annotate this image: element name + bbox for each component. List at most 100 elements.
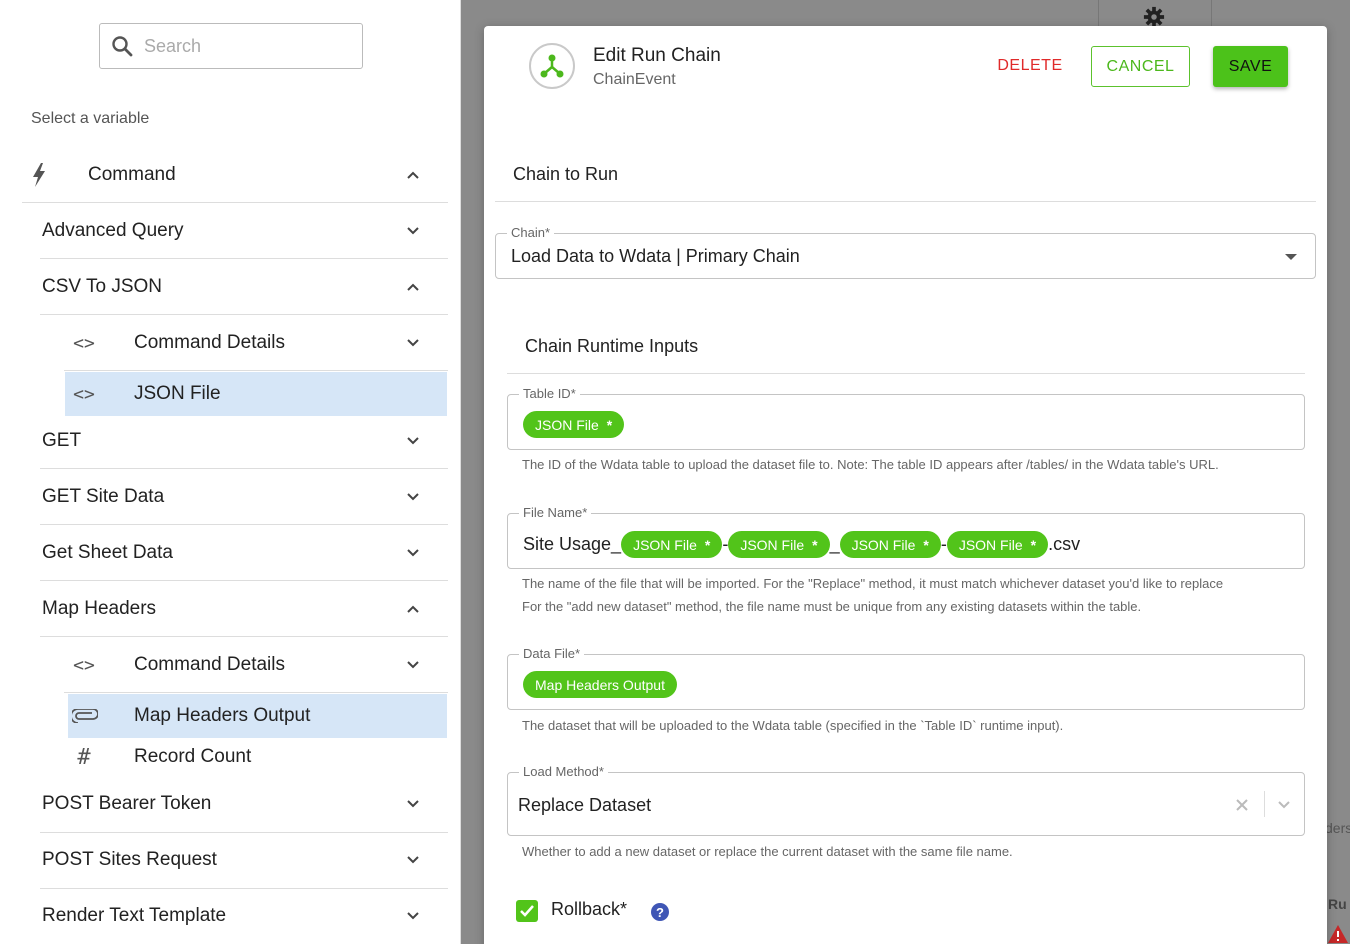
chip-label: JSON File	[958, 536, 1023, 553]
group-label: Map Headers	[42, 598, 157, 619]
data-file-label: Data File*	[519, 646, 585, 662]
group-map-headers[interactable]: Map Headers	[42, 592, 448, 626]
file-name-helper: The name of the file that will be import…	[522, 576, 1224, 591]
code-icon: <>	[73, 654, 95, 676]
search-input[interactable]	[144, 35, 344, 57]
chevron-down-icon[interactable]	[1277, 798, 1291, 812]
required-asterisk: *	[923, 536, 929, 553]
variable-chip[interactable]: JSON File *	[621, 531, 723, 558]
group-get-site-data[interactable]: GET Site Data	[42, 480, 448, 514]
chip-label: JSON File	[740, 536, 805, 553]
chip-label: JSON File	[535, 416, 599, 433]
load-method-label: Load Method*	[519, 764, 608, 780]
load-method-select[interactable]: Load Method* Replace Dataset	[507, 764, 1305, 836]
chip-label: JSON File	[633, 536, 697, 553]
group-csv-to-json[interactable]: CSV To JSON	[42, 270, 448, 304]
item-label: Record Count	[134, 746, 252, 767]
divider	[40, 314, 448, 315]
item-label: Command Details	[134, 654, 285, 675]
chevron-up-icon	[407, 605, 419, 613]
code-icon: <>	[73, 332, 95, 354]
table-id-field[interactable]: Table ID* JSON File *	[507, 386, 1305, 450]
group-label: POST Sites Request	[42, 849, 217, 870]
variable-panel: Select a variable Command Advanced Query…	[0, 0, 461, 944]
group-label: POST Bearer Token	[42, 793, 212, 814]
rollback-label: Rollback*	[551, 899, 628, 919]
group-label: GET Site Data	[42, 486, 165, 507]
required-asterisk: *	[812, 536, 818, 553]
group-render-text-template[interactable]: Render Text Template	[42, 899, 448, 933]
chevron-down-icon	[407, 856, 419, 864]
group-label: Get Sheet Data	[42, 542, 173, 563]
search-box[interactable]	[99, 23, 363, 69]
delete-button[interactable]: DELETE	[989, 46, 1071, 86]
chevron-down-icon	[407, 549, 419, 557]
paperclip-icon	[68, 709, 102, 723]
chip-label: Map Headers Output	[535, 676, 665, 693]
save-button[interactable]: SAVE	[1213, 46, 1288, 87]
required-asterisk: *	[1030, 536, 1037, 553]
rollback-checkbox[interactable]	[516, 900, 538, 922]
record-count-item[interactable]: # Record Count	[54, 740, 448, 774]
divider	[40, 468, 448, 469]
table-id-label: Table ID*	[519, 386, 580, 402]
file-name-prefix: Site Usage_	[523, 534, 622, 554]
group-post-bearer-token[interactable]: POST Bearer Token	[42, 787, 448, 821]
cancel-button[interactable]: CANCEL	[1091, 46, 1190, 87]
chip-label: JSON File	[851, 536, 916, 553]
csv-json-file-item[interactable]: <> JSON File	[65, 372, 447, 416]
group-get[interactable]: GET	[42, 424, 448, 458]
help-icon[interactable]: ?	[651, 903, 669, 921]
item-label: JSON File	[134, 383, 221, 404]
separator: -	[940, 534, 947, 554]
data-file-helper: The dataset that will be uploaded to the…	[522, 718, 1064, 733]
chevron-down-icon	[407, 339, 419, 347]
group-label: Render Text Template	[42, 905, 227, 926]
file-name-helper-2: For the "add new dataset" method, the fi…	[522, 599, 1142, 614]
divider	[40, 580, 448, 581]
divider	[22, 202, 448, 203]
chain-to-run-heading: Chain to Run	[513, 164, 619, 184]
variable-chip[interactable]: JSON File *	[523, 411, 625, 438]
data-file-field[interactable]: Data File* Map Headers Output	[507, 646, 1305, 710]
divider	[495, 201, 1316, 202]
divider	[40, 832, 448, 833]
variable-chip[interactable]: JSON File *	[728, 531, 830, 558]
variable-chip[interactable]: JSON File *	[839, 531, 941, 558]
item-label: Command Details	[134, 332, 285, 353]
file-name-suffix: .csv	[1048, 534, 1081, 554]
search-icon	[112, 36, 133, 57]
background-text: ders	[1325, 820, 1350, 836]
map-command-details[interactable]: <> Command Details	[54, 648, 448, 682]
gear-icon	[1143, 6, 1165, 28]
warning-icon	[1328, 925, 1348, 943]
csv-command-details[interactable]: <> Command Details	[54, 326, 448, 360]
divider	[40, 258, 448, 259]
clear-icon[interactable]	[1236, 799, 1248, 811]
map-headers-output-item[interactable]: Map Headers Output	[68, 694, 447, 738]
table-id-helper: The ID of the Wdata table to upload the …	[522, 457, 1219, 472]
file-name-field[interactable]: File Name* Site Usage_ JSON File * - JSON…	[507, 505, 1305, 569]
background-text: Ru	[1328, 896, 1347, 912]
variable-chip[interactable]: Map Headers Output	[523, 671, 677, 698]
file-name-value: Site Usage_ JSON File * - JSON File * _ JS…	[523, 531, 1080, 558]
chevron-down-icon	[407, 661, 419, 669]
lightning-icon	[33, 163, 45, 187]
chevron-down-icon	[407, 912, 419, 920]
group-post-sites-request[interactable]: POST Sites Request	[42, 843, 448, 877]
group-advanced-query[interactable]: Advanced Query	[42, 214, 448, 248]
required-asterisk: *	[704, 536, 711, 553]
variable-chip[interactable]: JSON File *	[946, 531, 1049, 558]
group-label: Advanced Query	[42, 220, 184, 241]
group-get-sheet-data[interactable]: Get Sheet Data	[42, 536, 448, 570]
hash-icon: #	[77, 744, 91, 770]
separator: _	[829, 534, 840, 554]
dropdown-arrow-icon	[1285, 254, 1297, 260]
chain-select[interactable]: Chain* Load Data to Wdata | Primary Chai…	[495, 225, 1316, 279]
chevron-up-icon	[407, 171, 419, 179]
chain-value: Load Data to Wdata | Primary Chain	[511, 246, 800, 266]
chevron-up-icon	[407, 283, 419, 291]
command-group[interactable]: Command	[22, 158, 448, 192]
load-method-helper: Whether to add a new dataset or replace …	[522, 844, 1013, 859]
divider	[40, 888, 448, 889]
